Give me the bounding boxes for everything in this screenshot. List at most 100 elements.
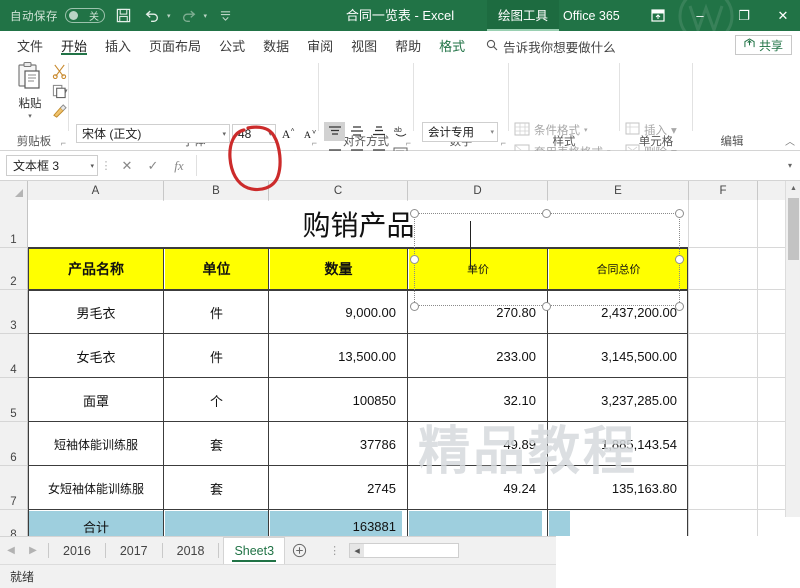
customize-qat-icon[interactable]	[214, 5, 236, 27]
horizontal-scrollbar[interactable]: ◀	[349, 543, 460, 558]
minimize-button[interactable]: –	[678, 0, 722, 31]
row-header-7[interactable]: 7	[0, 466, 28, 510]
cell-c8-total-qty[interactable]: 163881	[270, 511, 402, 536]
cell-c4[interactable]: 13,500.00	[270, 335, 402, 377]
cell-b8-total[interactable]	[165, 511, 268, 536]
row-header-6[interactable]: 6	[0, 422, 28, 466]
number-format-caret[interactable]: ▾	[490, 128, 494, 136]
increase-font-size-button[interactable]: A ^	[280, 124, 300, 143]
align-bottom-icon[interactable]	[368, 122, 389, 141]
resize-handle-s[interactable]	[542, 302, 551, 311]
previous-sheet-icon[interactable]: ◀	[0, 538, 22, 564]
font-name-caret[interactable]: ▾	[222, 130, 226, 138]
row-header-4[interactable]: 4	[0, 334, 28, 378]
tab-view[interactable]: 视图	[342, 31, 386, 58]
selected-text-box[interactable]	[414, 213, 680, 306]
font-size-caret[interactable]: ▾	[268, 130, 272, 138]
maximize-button[interactable]: ❐	[722, 0, 766, 31]
font-name-box[interactable]: 宋体 (正文) ▾	[76, 124, 230, 143]
tab-home[interactable]: 开始	[52, 31, 96, 58]
cell-a4[interactable]: 女毛衣	[29, 335, 163, 377]
cell-e6[interactable]: 1,885,143.54	[549, 423, 683, 465]
cell-d6[interactable]: 49.89	[409, 423, 542, 465]
cell-d5[interactable]: 32.10	[409, 379, 542, 421]
formula-input[interactable]	[196, 155, 780, 176]
insert-function-icon[interactable]: fx	[166, 155, 192, 176]
align-top-icon[interactable]	[324, 122, 345, 141]
cell-e5[interactable]: 3,237,285.00	[549, 379, 683, 421]
save-icon[interactable]	[112, 5, 134, 27]
scroll-left-icon[interactable]: ◀	[350, 544, 365, 557]
cell-e7[interactable]: 135,163.80	[549, 467, 683, 509]
resize-handle-nw[interactable]	[410, 209, 419, 218]
cell-a6[interactable]: 短袖体能训练服	[29, 423, 163, 465]
cell-c3[interactable]: 9,000.00	[270, 291, 402, 333]
column-header-b[interactable]: B	[164, 181, 269, 200]
resize-handle-sw[interactable]	[410, 302, 419, 311]
resize-handle-se[interactable]	[675, 302, 684, 311]
orientation-icon[interactable]: ab	[391, 122, 412, 141]
column-header-a[interactable]: A	[28, 181, 164, 200]
column-header-f[interactable]: F	[689, 181, 758, 200]
cell-e8-total[interactable]	[549, 511, 570, 536]
ribbon-display-options-icon[interactable]	[644, 0, 672, 31]
sheet-tab-2016[interactable]: 2016	[53, 537, 101, 564]
number-dialog-launcher[interactable]: ⌐	[501, 138, 506, 148]
share-button[interactable]: 共享	[734, 35, 792, 55]
paste-button[interactable]: 粘贴 ▾	[8, 61, 52, 123]
cell-b4[interactable]: 件	[165, 335, 268, 377]
row-header-5[interactable]: 5	[0, 378, 28, 422]
autosave-toggle[interactable]: 关	[65, 8, 105, 23]
undo-icon[interactable]	[141, 5, 163, 27]
tab-data[interactable]: 数据	[254, 31, 298, 58]
contextual-tab-drawing-tools[interactable]: 绘图工具	[487, 0, 560, 31]
scroll-up-icon[interactable]: ▲	[786, 181, 800, 196]
cell-c7[interactable]: 2745	[270, 467, 402, 509]
resize-handle-ne[interactable]	[675, 209, 684, 218]
cell-b6[interactable]: 套	[165, 423, 268, 465]
copy-dropdown-caret[interactable]: ▾	[64, 87, 68, 95]
cell-header-product-name[interactable]: 产品名称	[29, 249, 163, 289]
row-header-8[interactable]: 8	[0, 510, 28, 536]
tell-me-box[interactable]: 告诉我你想要做什么	[474, 33, 616, 56]
number-format-box[interactable]: 会计专用 ▾	[422, 122, 498, 142]
name-box[interactable]: 文本框 3 ▾	[6, 155, 98, 176]
undo-dropdown-caret[interactable]: ▾	[167, 12, 171, 20]
cell-d7[interactable]: 49.24	[409, 467, 542, 509]
enter-icon[interactable]: ✓	[140, 155, 166, 176]
next-sheet-icon[interactable]: ▶	[22, 538, 44, 564]
cell-header-unit[interactable]: 单位	[165, 249, 268, 289]
resize-handle-e[interactable]	[675, 255, 684, 264]
cut-button[interactable]	[48, 62, 70, 81]
tab-page-layout[interactable]: 页面布局	[140, 31, 210, 58]
redo-icon[interactable]	[178, 5, 200, 27]
column-header-c[interactable]: C	[269, 181, 408, 200]
cell-c5[interactable]: 100850	[270, 379, 402, 421]
column-header-e[interactable]: E	[548, 181, 689, 200]
resize-handle-n[interactable]	[542, 209, 551, 218]
align-middle-icon[interactable]	[346, 122, 367, 141]
font-size-box[interactable]: 48 ▾	[232, 124, 276, 143]
add-sheet-icon[interactable]	[285, 538, 313, 564]
row-header-1[interactable]: 1	[0, 200, 28, 248]
clipboard-dialog-launcher[interactable]: ⌐	[61, 138, 66, 148]
vertical-scrollbar[interactable]: ▲	[785, 181, 800, 517]
tab-review[interactable]: 审阅	[298, 31, 342, 58]
resize-handle-w[interactable]	[410, 255, 419, 264]
name-box-caret[interactable]: ▾	[90, 162, 94, 170]
close-button[interactable]: ✕	[766, 0, 800, 31]
cancel-icon[interactable]: ✕	[114, 155, 140, 176]
row-header-2[interactable]: 2	[0, 248, 28, 290]
collapse-ribbon-icon[interactable]: ︿	[785, 133, 795, 148]
paste-dropdown-caret[interactable]: ▾	[28, 112, 32, 120]
cell-d8-total[interactable]	[409, 511, 542, 536]
sheet-tab-sheet3[interactable]: Sheet3	[223, 537, 286, 564]
tab-file[interactable]: 文件	[8, 31, 52, 58]
cell-header-quantity[interactable]: 数量	[270, 249, 407, 289]
cell-a3[interactable]: 男毛衣	[29, 291, 163, 333]
cell-d4[interactable]: 233.00	[409, 335, 542, 377]
cell-a7[interactable]: 女短袖体能训练服	[29, 467, 163, 509]
tab-help[interactable]: 帮助	[386, 31, 430, 58]
tab-formulas[interactable]: 公式	[210, 31, 254, 58]
sheet-tab-2018[interactable]: 2018	[166, 537, 215, 564]
